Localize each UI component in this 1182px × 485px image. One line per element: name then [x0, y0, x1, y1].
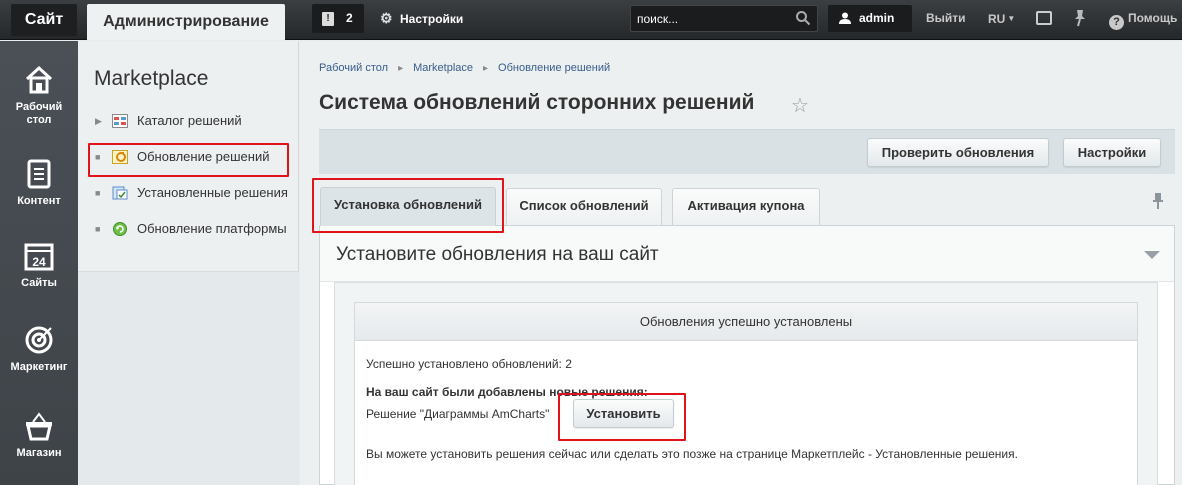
search-box — [630, 5, 818, 32]
keyboard-icon[interactable] — [1036, 11, 1052, 25]
solution-text: Решение "Диаграммы AmCharts" — [366, 407, 550, 421]
gear-icon: ⚙ — [380, 10, 393, 26]
notifications-count: 2 — [346, 11, 353, 25]
tab-strip: Установка обновлений Список обновлений А… — [319, 187, 1175, 226]
top-bar: Сайт Администрирование ! 2 ⚙ Настройки ad… — [0, 0, 1182, 40]
user-menu[interactable]: admin — [828, 5, 912, 32]
sidebar-item-sites[interactable]: 24 Сайты — [0, 241, 78, 290]
settings-button[interactable]: Настройки — [1063, 138, 1161, 167]
menu-item-catalog[interactable]: ▶ Каталог решений — [78, 109, 299, 133]
menu-list: ▶ Каталог решений ■ Обновление решений ■… — [78, 109, 299, 271]
sidebar-label-desktop-2: стол — [26, 114, 52, 126]
panel-body: Обновления успешно установлены Успешно у… — [334, 282, 1158, 485]
pin-icon[interactable] — [1152, 192, 1164, 210]
logout-link[interactable]: Выйти — [926, 0, 966, 37]
sidebar-label-shop: Магазин — [16, 447, 62, 459]
highlight-install-button — [558, 393, 686, 441]
toolbar: Проверить обновления Настройки — [319, 129, 1175, 174]
footer-text: Вы можете установить решения сейчас или … — [366, 447, 1018, 461]
main-sidebar: Рабочий стол Контент 24 Сайты Маркетинг … — [0, 41, 78, 485]
site-button[interactable]: Сайт — [11, 4, 77, 36]
installed-count-text: Успешно установлено обновлений: 2 — [366, 357, 572, 371]
breadcrumb-item[interactable]: Обновление решений — [498, 62, 610, 74]
document-icon — [27, 159, 51, 189]
breadcrumb-separator-icon: ▸ — [483, 63, 489, 74]
help-link[interactable]: ? Помощь — [1109, 0, 1177, 37]
menu-empty-area — [78, 271, 299, 485]
platform-update-icon — [113, 222, 127, 236]
chevron-down-icon: ▼ — [1007, 14, 1016, 23]
updates-panel: Установите обновления на ваш сайт Обновл… — [319, 225, 1175, 485]
breadcrumb: Рабочий стол ▸ Marketplace ▸ Обновление реше… — [319, 62, 610, 74]
menu-item-platform-update[interactable]: ■ Обновление платформы — [78, 217, 299, 241]
search-input[interactable] — [637, 6, 792, 31]
menu-title: Marketplace — [94, 67, 209, 90]
panel-header: Установите обновления на ваш сайт — [320, 226, 1174, 282]
settings-link[interactable]: ⚙ Настройки — [380, 0, 463, 36]
main-content: Рабочий стол ▸ Marketplace ▸ Обновление реше… — [300, 41, 1182, 485]
collapse-icon[interactable] — [1144, 251, 1160, 259]
result-box: Обновления успешно установлены Успешно у… — [354, 302, 1138, 485]
pin-icon[interactable] — [1072, 9, 1088, 27]
menu-item-label: Обновление платформы — [137, 221, 287, 236]
language-select[interactable]: RU ▼ — [988, 0, 1015, 38]
highlight-menu-item — [88, 143, 289, 177]
breadcrumb-separator-icon: ▸ — [398, 63, 404, 74]
calendar-icon: 24 — [24, 243, 54, 271]
menu-item-label: Установленные решения — [137, 185, 288, 200]
sidebar-item-desktop[interactable]: Рабочий стол — [0, 65, 78, 127]
result-box-title: Обновления успешно установлены — [355, 303, 1137, 341]
breadcrumb-item[interactable]: Marketplace — [413, 62, 473, 74]
tab-coupon-activation[interactable]: Активация купона — [672, 188, 820, 225]
svg-text:24: 24 — [32, 255, 46, 269]
sidebar-item-shop[interactable]: Магазин — [0, 411, 78, 460]
settings-label: Настройки — [400, 12, 464, 26]
page-title: Система обновлений сторонних решений — [319, 91, 755, 114]
check-updates-button[interactable]: Проверить обновления — [867, 138, 1049, 167]
help-icon: ? — [1109, 15, 1124, 30]
notifications-button[interactable]: ! 2 — [312, 4, 364, 33]
installed-solutions-icon — [112, 186, 128, 200]
sidebar-item-content[interactable]: Контент — [0, 159, 78, 208]
catalog-icon — [112, 114, 128, 128]
bullet-icon: ■ — [95, 188, 101, 198]
sidebar-label-marketing: Маркетинг — [10, 361, 68, 373]
home-icon — [25, 65, 53, 94]
bullet-icon: ■ — [95, 224, 101, 234]
section-menu: Marketplace ▶ Каталог решений ■ Обновлен… — [78, 41, 299, 485]
language-label: RU — [988, 12, 1006, 26]
chevron-right-icon[interactable]: ▶ — [95, 109, 102, 133]
menu-item-installed-solutions[interactable]: ■ Установленные решения — [78, 181, 299, 205]
menu-item-label: Каталог решений — [137, 113, 242, 128]
search-icon[interactable] — [795, 10, 811, 26]
sidebar-item-marketing[interactable]: Маркетинг — [0, 325, 78, 374]
sidebar-label-sites: Сайты — [21, 277, 57, 289]
tab-install-updates[interactable]: Установка обновлений — [320, 187, 496, 226]
breadcrumb-item[interactable]: Рабочий стол — [319, 62, 388, 74]
sidebar-label-content: Контент — [17, 195, 61, 207]
sidebar-label-desktop-1: Рабочий — [15, 101, 63, 113]
star-icon[interactable]: ☆ — [791, 93, 809, 118]
tab-update-list[interactable]: Список обновлений — [506, 188, 662, 225]
notification-icon: ! — [322, 12, 334, 26]
help-label: Помощь — [1128, 11, 1178, 25]
panel-title: Установите обновления на ваш сайт — [336, 244, 659, 265]
admin-tab[interactable]: Администрирование — [87, 4, 285, 40]
basket-icon — [26, 412, 52, 441]
user-icon — [839, 12, 851, 24]
user-label: admin — [859, 11, 895, 25]
target-icon — [25, 326, 53, 354]
